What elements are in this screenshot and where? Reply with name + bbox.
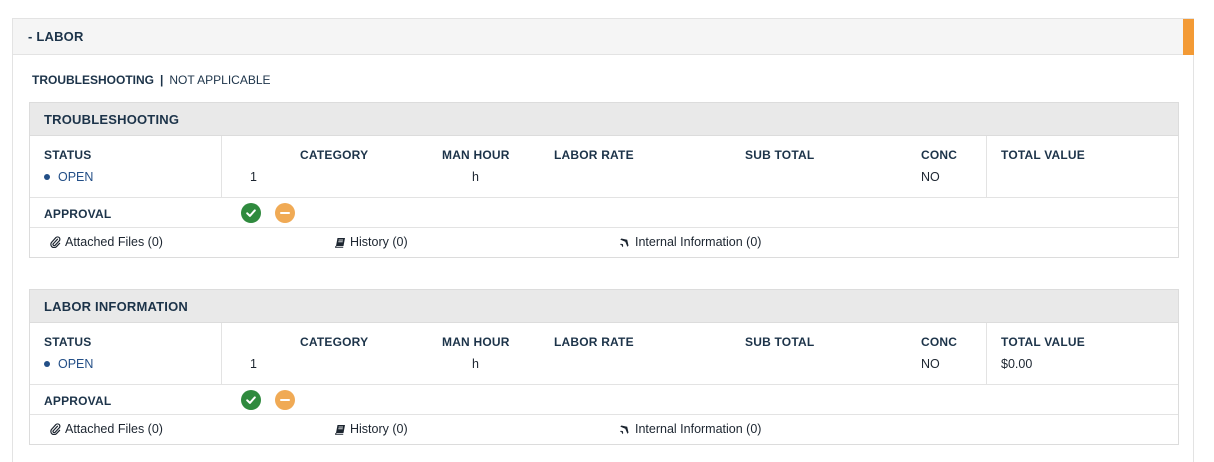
airplane-icon — [619, 423, 631, 435]
conc-value: NO — [921, 357, 940, 371]
internal-information-link[interactable]: Internal Information (0) — [619, 422, 761, 436]
category-value: 1 — [250, 357, 257, 371]
approval-row: APPROVAL — [30, 198, 1178, 228]
subnav-separator: | — [160, 73, 164, 87]
minus-circle-icon[interactable] — [275, 203, 295, 223]
category-label: CATEGORY — [300, 148, 369, 162]
attached-files-text: Attached Files (0) — [65, 422, 163, 436]
category-value: 1 — [250, 170, 257, 184]
sub-total-label: SUB TOTAL — [745, 335, 815, 349]
attached-files-link[interactable]: Attached Files (0) — [50, 422, 163, 436]
man-hour-value: h — [472, 357, 479, 371]
status-value[interactable]: OPEN — [44, 170, 93, 184]
book-icon — [335, 237, 346, 248]
check-circle-icon[interactable] — [241, 390, 261, 410]
subnav-troubleshooting[interactable]: TROUBLESHOOTING — [32, 73, 154, 87]
total-value-value: $0.00 — [1001, 357, 1033, 371]
labor-rate-label: LABOR RATE — [554, 335, 634, 349]
card-title: LABOR INFORMATION — [30, 290, 1178, 323]
status-text: OPEN — [58, 357, 94, 371]
internal-information-link[interactable]: Internal Information (0) — [619, 235, 761, 249]
approval-label: APPROVAL — [44, 394, 112, 408]
status-value[interactable]: OPEN — [44, 357, 93, 371]
man-hour-value: h — [472, 170, 479, 184]
attached-files-link[interactable]: Attached Files (0) — [50, 235, 163, 249]
history-link[interactable]: History (0) — [335, 235, 408, 249]
approval-label: APPROVAL — [44, 207, 112, 221]
man-hour-label: MAN HOUR — [442, 335, 510, 349]
card-details-row: STATUS OPEN CATEGORY 1 MAN HOUR h LABOR … — [30, 323, 1178, 385]
links-row: Attached Files (0) History (0) Internal … — [30, 228, 1178, 257]
status-dot-icon — [44, 174, 50, 180]
subnav-not-applicable[interactable]: NOT APPLICABLE — [169, 73, 270, 87]
man-hour-label: MAN HOUR — [442, 148, 510, 162]
troubleshooting-card: TROUBLESHOOTING STATUS OPEN CATEGORY 1 M… — [29, 102, 1179, 258]
check-circle-icon[interactable] — [241, 203, 261, 223]
internal-information-text: Internal Information (0) — [635, 235, 762, 249]
panel-accent-bar — [1183, 19, 1194, 55]
approval-row: APPROVAL — [30, 385, 1178, 415]
total-value-label: TOTAL VALUE — [1001, 148, 1085, 162]
labor-section-toggle[interactable]: - LABOR — [13, 19, 1193, 55]
sub-total-label: SUB TOTAL — [745, 148, 815, 162]
attached-files-text: Attached Files (0) — [65, 235, 163, 249]
labor-information-card: LABOR INFORMATION STATUS OPEN CATEGORY 1… — [29, 289, 1179, 445]
paperclip-icon — [50, 423, 61, 435]
links-row: Attached Files (0) History (0) Internal … — [30, 415, 1178, 444]
labor-section-title: - LABOR — [28, 29, 84, 44]
labor-panel: - LABOR TROUBLESHOOTING | NOT APPLICABLE… — [12, 18, 1194, 462]
labor-rate-label: LABOR RATE — [554, 148, 634, 162]
conc-value: NO — [921, 170, 940, 184]
card-details-row: STATUS OPEN CATEGORY 1 MAN HOUR h LABOR … — [30, 136, 1178, 198]
total-value-label: TOTAL VALUE — [1001, 335, 1085, 349]
conc-label: CONC — [921, 335, 958, 349]
labor-subnav: TROUBLESHOOTING | NOT APPLICABLE — [32, 73, 271, 87]
conc-label: CONC — [921, 148, 958, 162]
card-title: TROUBLESHOOTING — [30, 103, 1178, 136]
status-label: STATUS — [44, 335, 92, 349]
internal-information-text: Internal Information (0) — [635, 422, 762, 436]
minus-circle-icon[interactable] — [275, 390, 295, 410]
history-text: History (0) — [350, 235, 408, 249]
status-text: OPEN — [58, 170, 94, 184]
status-dot-icon — [44, 361, 50, 367]
airplane-icon — [619, 236, 631, 248]
paperclip-icon — [50, 236, 61, 248]
status-label: STATUS — [44, 148, 92, 162]
history-text: History (0) — [350, 422, 408, 436]
category-label: CATEGORY — [300, 335, 369, 349]
book-icon — [335, 424, 346, 435]
history-link[interactable]: History (0) — [335, 422, 408, 436]
